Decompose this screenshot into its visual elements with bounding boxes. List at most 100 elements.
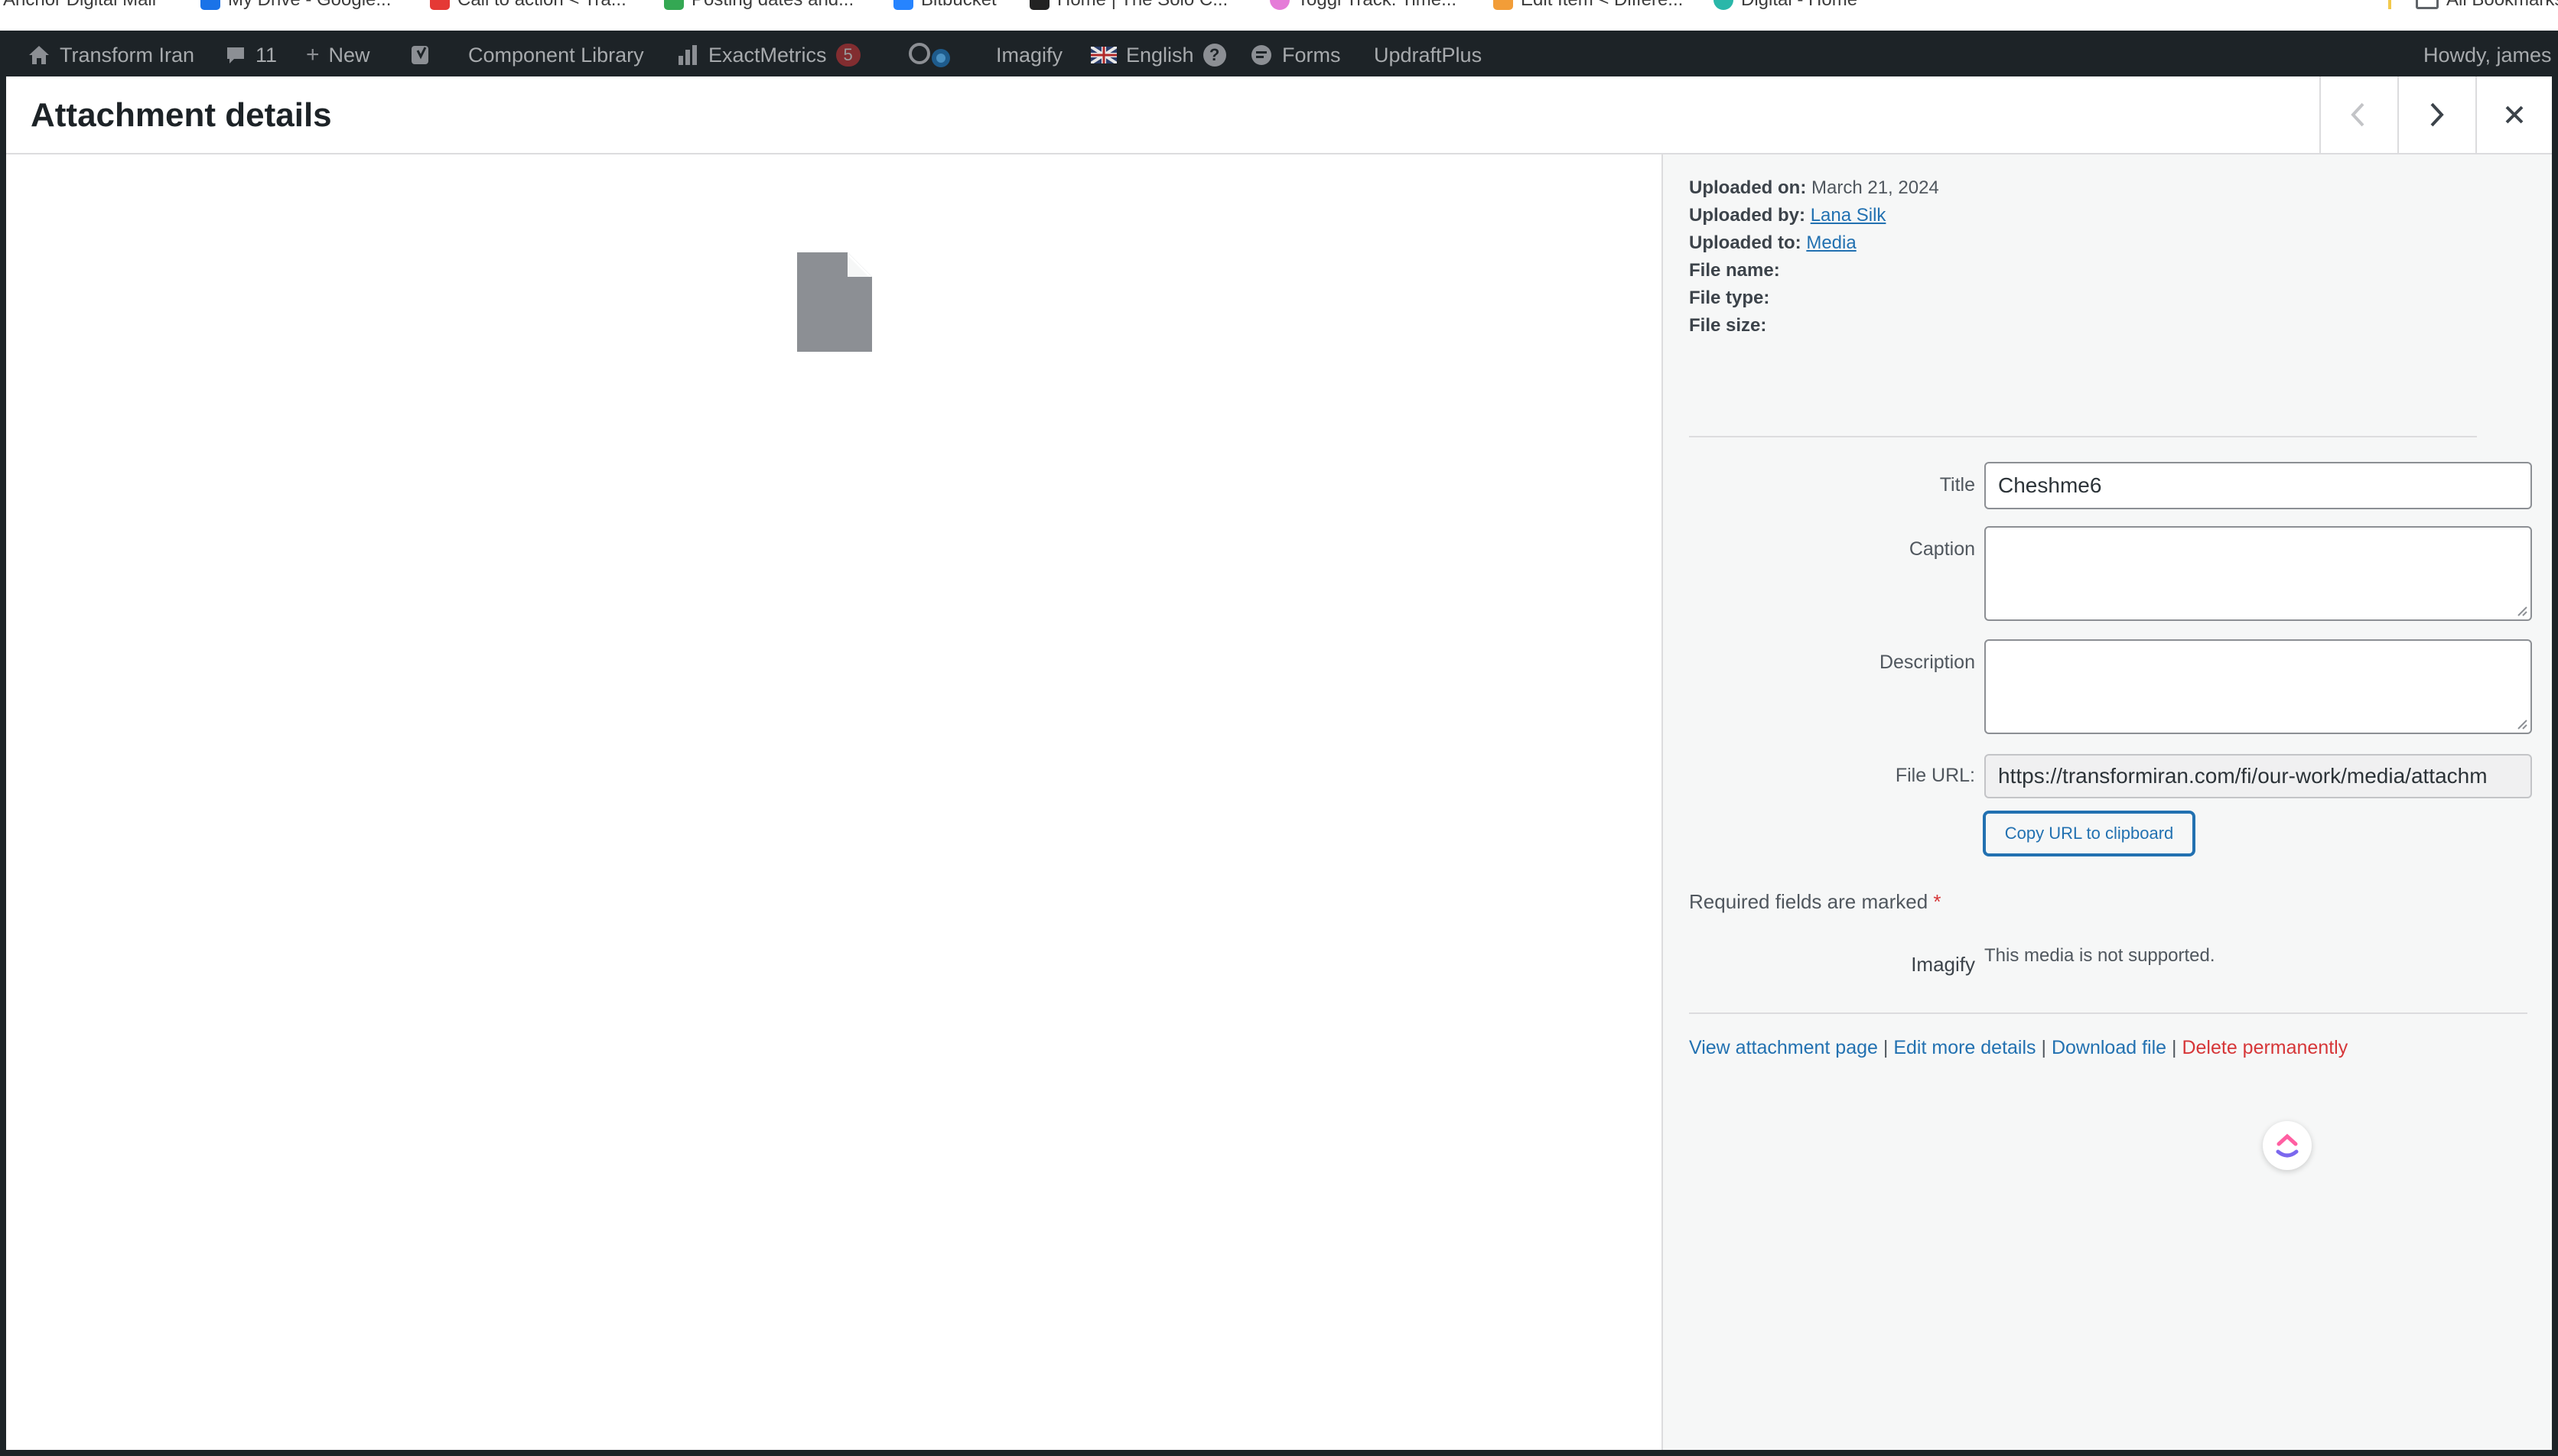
uploaded-by-row: Uploaded by: Lana Silk	[1689, 202, 1939, 229]
bookmark-item[interactable]: Posting dates and...	[664, 0, 854, 10]
forms-icon	[1251, 45, 1271, 65]
title-input[interactable]: Cheshme6	[1984, 462, 2532, 509]
updraftplus-menu[interactable]: UpdraftPlus	[1374, 31, 1482, 80]
comments-count: 11	[255, 43, 278, 67]
bookmark-item[interactable]: Toggl Track: Time...	[1270, 0, 1456, 10]
exactmetrics-menu[interactable]: ExactMetrics 5	[676, 31, 861, 80]
uploaded-on-label: Uploaded on:	[1689, 177, 1807, 198]
modal-title: Attachment details	[31, 96, 332, 134]
uploaded-to-link[interactable]: Media	[1806, 232, 1856, 253]
required-star: *	[1933, 890, 1941, 913]
bookmark-label: Call to action < Tra...	[457, 0, 626, 11]
component-library-label: Component Library	[468, 43, 644, 67]
plus-icon: +	[306, 42, 320, 67]
bookmark-label: Anchor Digital Mail	[3, 0, 156, 11]
uk-flag-icon	[1091, 47, 1117, 63]
caption-label: Caption	[1909, 538, 1975, 560]
download-file-link[interactable]: Download file	[2052, 1037, 2166, 1058]
file-url-input[interactable]: https://transformiran.com/fi/our-work/me…	[1984, 754, 2532, 798]
copy-url-button[interactable]: Copy URL to clipboard	[1984, 812, 2194, 855]
new-content-menu[interactable]: + New	[306, 31, 370, 80]
bitbucket-icon	[893, 0, 913, 10]
uploaded-by-link[interactable]: Lana Silk	[1811, 205, 1886, 226]
imagify-field-label: Imagify	[1911, 953, 1975, 976]
view-attachment-page-link[interactable]: View attachment page	[1689, 1037, 1878, 1058]
attachment-preview	[6, 154, 1661, 1450]
caption-textarea[interactable]	[1984, 526, 2532, 621]
component-library-link[interactable]: Component Library	[468, 31, 644, 80]
file-details: Uploaded on: March 21, 2024 Uploaded by:…	[1689, 174, 1939, 340]
description-textarea[interactable]	[1984, 639, 2532, 734]
modal-header: Attachment details	[6, 76, 2552, 154]
new-label: New	[328, 43, 370, 67]
bookmark-item[interactable]: Bitbucket	[893, 0, 997, 10]
bookmark-item[interactable]: My Drive - Google...	[200, 0, 391, 11]
description-label: Description	[1879, 652, 1975, 673]
required-note-text: Required fields are marked	[1689, 890, 1928, 913]
clickup-widget-button[interactable]	[2263, 1121, 2312, 1170]
delete-permanently-link[interactable]: Delete permanently	[2182, 1037, 2348, 1058]
file-type-label: File type:	[1689, 288, 1770, 308]
favicon-icon	[430, 0, 450, 10]
actions-divider	[1689, 1012, 2527, 1014]
language-menu[interactable]: English ?	[1091, 31, 1226, 80]
uploaded-to-label: Uploaded to:	[1689, 232, 1801, 253]
action-separator: |	[2041, 1037, 2047, 1058]
resize-handle-icon[interactable]	[2515, 717, 2527, 730]
resize-handle-icon[interactable]	[2515, 604, 2527, 616]
bookmark-label: My Drive - Google...	[228, 0, 391, 11]
site-name: Transform Iran	[60, 43, 195, 67]
required-fields-note: Required fields are marked *	[1689, 890, 1941, 914]
favicon-icon	[1713, 0, 1733, 10]
forms-label: Forms	[1282, 43, 1341, 67]
file-name-label: File name:	[1689, 260, 1780, 281]
file-name-row: File name:	[1689, 257, 1939, 284]
bookmark-item[interactable]: Home | The Solo C...	[1030, 0, 1228, 11]
updraftplus-label: UpdraftPlus	[1374, 43, 1482, 67]
attachment-info-panel: Uploaded on: March 21, 2024 Uploaded by:…	[1661, 154, 2552, 1450]
admin-bar: Transform Iran 11 + New Component Librar…	[0, 31, 2558, 80]
exactmetrics-count-badge: 5	[835, 44, 861, 67]
bookmark-item[interactable]: Call to action < Tra...	[430, 0, 626, 11]
howdy-label: Howdy, james	[2423, 43, 2552, 67]
google-drive-icon	[200, 0, 220, 10]
file-url-label: File URL:	[1895, 765, 1975, 786]
file-type-row: File type:	[1689, 284, 1939, 312]
my-account-menu[interactable]: Howdy, james	[2423, 31, 2552, 80]
close-icon	[2505, 106, 2524, 124]
favicon-icon	[1493, 0, 1513, 10]
imagify-menu[interactable]: Imagify	[996, 31, 1063, 80]
previous-attachment-button[interactable]	[2319, 76, 2396, 153]
sheets-icon	[664, 0, 684, 10]
uploaded-to-row: Uploaded to: Media	[1689, 229, 1939, 257]
close-modal-button[interactable]	[2475, 76, 2552, 153]
toggl-icon	[1270, 0, 1290, 10]
bookmark-label: All Bookmarks	[2446, 0, 2558, 11]
chevron-right-icon	[2430, 102, 2444, 127]
edit-more-details-link[interactable]: Edit more details	[1893, 1037, 2036, 1058]
attachment-actions: View attachment page | Edit more details…	[1689, 1037, 2348, 1059]
comments-menu[interactable]: 11	[225, 31, 277, 80]
file-size-label: File size:	[1689, 315, 1767, 336]
bar-chart-icon	[679, 45, 697, 65]
site-name-menu[interactable]: Transform Iran	[28, 31, 194, 80]
next-attachment-button[interactable]	[2397, 76, 2474, 153]
uploaded-on-row: Uploaded on: March 21, 2024	[1689, 174, 1939, 202]
bookmark-label: Edit Item < Differe...	[1521, 0, 1683, 11]
folder-icon	[2416, 0, 2439, 9]
yoast-icon	[412, 46, 428, 64]
bookmark-item[interactable]: Digital - Home	[1713, 0, 1857, 10]
bookmark-item[interactable]: Edit Item < Differe...	[1493, 0, 1683, 11]
file-size-row: File size:	[1689, 312, 1939, 340]
query-monitor-menu[interactable]	[906, 31, 961, 80]
yoast-menu[interactable]	[410, 31, 433, 80]
help-icon: ?	[1203, 44, 1226, 67]
bookmark-label: Home | The Solo C...	[1057, 0, 1228, 11]
forms-menu[interactable]: Forms	[1250, 31, 1341, 80]
query-monitor-icon	[909, 43, 950, 67]
imagify-message: This media is not supported.	[1984, 945, 2215, 966]
bookmark-item[interactable]: Anchor Digital Mail	[3, 0, 156, 11]
exactmetrics-label: ExactMetrics	[708, 43, 827, 67]
details-divider	[1689, 436, 2477, 437]
all-bookmarks[interactable]: All Bookmarks	[2416, 0, 2558, 11]
